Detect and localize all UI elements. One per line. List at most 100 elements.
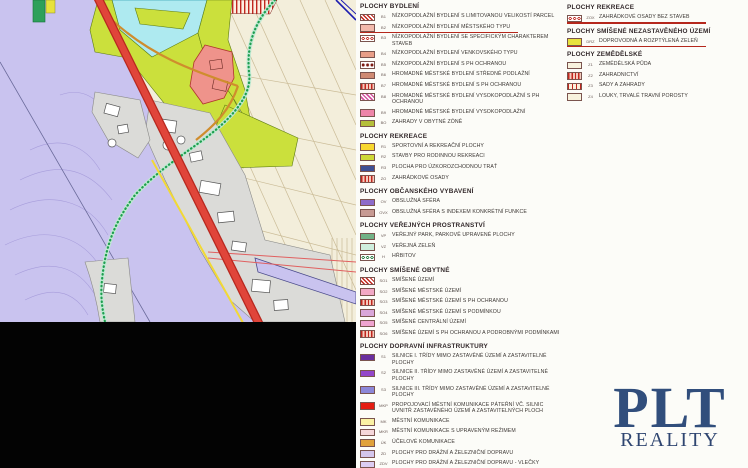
- legend-row: MKMĚSTNÍ KOMUNIKACE: [360, 418, 562, 426]
- legend-row: Z1ZEMĚDĚLSKÁ PŮDA: [567, 61, 745, 69]
- legend-row-code: H: [378, 254, 389, 259]
- legend-row: B2NÍZKOPODLAŽNÍ BYDLENÍ MĚSTSKÉHO TYPU: [360, 24, 562, 32]
- legend-swatch-icon: [567, 38, 582, 46]
- legend-row-label: NÍZKOPODLAŽNÍ BYDLENÍ SE SPECIFICKÝM CHA…: [392, 34, 562, 48]
- legend-row: SO3SMÍŠENÉ MĚSTSKÉ ÚZEMÍ S PH OCHRANOU: [360, 298, 562, 306]
- legend-row-code: SO2: [378, 289, 389, 294]
- legend-row-code: SO1: [378, 278, 389, 283]
- legend-row-code: ZO: [378, 176, 389, 181]
- legend-row-code: MKR: [378, 429, 389, 434]
- legend-row: HHŘBITOV: [360, 253, 562, 261]
- legend-swatch-icon: [360, 233, 375, 241]
- legend-swatch-icon: [360, 51, 375, 59]
- legend-row: VZVEŘEJNÁ ZELEŇ: [360, 243, 562, 251]
- legend-row-label: HROMADNÉ MĚSTSKÉ BYDLENÍ VYSOKOPODLAŽNÍ …: [392, 93, 562, 107]
- legend-row: SO1SMÍŠENÉ ÚZEMÍ: [360, 277, 562, 285]
- legend-row-label: MĚSTNÍ KOMUNIKACE S UPRAVENÝM REŽIMEM: [392, 428, 516, 435]
- legend-section: PLOCHY VEŘEJNÝCH PROSTRANSTVÍ VPVEŘEJNÝ P…: [360, 222, 562, 261]
- legend-row: B8HROMADNÉ MĚSTSKÉ BYDLENÍ VYSOKOPODLAŽN…: [360, 93, 562, 107]
- legend-row-label: SILNICE I. TŘÍDY MIMO ZASTAVĚNÉ ÚZEMÍ A …: [392, 353, 562, 367]
- map-yellow-patch: [46, 0, 55, 13]
- legend-swatch-icon: [360, 330, 375, 338]
- legend-row-label: SILNICE III. TŘÍDY MIMO ZASTAVĚNÉ ÚZEMÍ …: [392, 386, 562, 400]
- legend-row-label: ZAHRADY V OBYTNÉ ZÓNĚ: [392, 119, 462, 126]
- legend-row-code: Z1: [585, 62, 596, 67]
- legend-row-label: HROMADNÉ MĚSTSKÉ BYDLENÍ S PH OCHRANOU: [392, 82, 521, 89]
- legend-row-label: NÍZKOPODLAŽNÍ BYDLENÍ S PH OCHRANOU: [392, 61, 506, 68]
- legend-section: PLOCHY REKREACER1SPORTOVNÍ A REKREAČNÍ P…: [360, 133, 562, 183]
- legend-row: B1NÍZKOPODLAŽNÍ BYDLENÍ S LIMITOVANOU VE…: [360, 13, 562, 21]
- legend-row: ZDPLOCHY PRO DRÁŽNÍ A ŽELEZNIČNÍ DOPRAVU: [360, 450, 562, 458]
- legend-row-label: SMÍŠENÉ ÚZEMÍ: [392, 277, 434, 284]
- legend-swatch-icon: [360, 209, 375, 217]
- legend-row-code: ZDV: [378, 461, 389, 466]
- legend-row-label: PLOCHY PRO DRÁŽNÍ A ŽELEZNIČNÍ DOPRAVU: [392, 450, 513, 457]
- legend-row: ÚKÚČELOVÉ KOMUNIKACE: [360, 439, 562, 447]
- legend-swatch-icon: [360, 165, 375, 173]
- legend-row-label: VEŘEJNÁ ZELEŇ: [392, 243, 435, 250]
- legend-row-label: OBSLUŽNÁ SFÉRA S INDEXEM KONKRÉTNÍ FUNKC…: [392, 209, 527, 216]
- legend-row: B4NÍZKOPODLAŽNÍ BYDLENÍ VENKOVSKÉHO TYPU: [360, 50, 562, 58]
- legend-swatch-icon: [360, 61, 375, 69]
- legend-row: SO4SMÍŠENÉ MĚSTSKÉ ÚZEMÍ S PODMÍNKOU: [360, 309, 562, 317]
- legend-row-label: SPORTOVNÍ A REKREAČNÍ PLOCHY: [392, 143, 484, 150]
- legend-row-label: SMÍŠENÉ MĚSTSKÉ ÚZEMÍ S PH OCHRANOU: [392, 298, 508, 305]
- legend-swatch-icon: [360, 120, 375, 128]
- legend-row: B3NÍZKOPODLAŽNÍ BYDLENÍ SE SPECIFICKÝM C…: [360, 34, 562, 48]
- legend-swatch-icon: [360, 370, 375, 378]
- legend-swatch-icon: [360, 93, 375, 101]
- legend-row-label: ZAHRÁDKOVÉ OSADY: [392, 175, 449, 182]
- legend-row: BOZAHRADY V OBYTNÉ ZÓNĚ: [360, 119, 562, 127]
- legend-row-code: B8: [378, 94, 389, 99]
- legend-row-code: S3: [378, 387, 389, 392]
- legend-row-label: SADY A ZAHRADY: [599, 82, 645, 89]
- legend-swatch-icon: [567, 15, 582, 23]
- legend-row: OVOBSLUŽNÁ SFÉRA: [360, 198, 562, 206]
- legend-swatch-icon: [360, 24, 375, 32]
- legend-row-label: HROMADNÉ MĚSTSKÉ BYDLENÍ STŘEDNĚ PODLAŽN…: [392, 71, 530, 78]
- map-green-strip: [33, 0, 45, 22]
- legend-section: PLOCHY SMÍŠENÉ NEZASTAVĚNÉHO ÚZEMÍ DRZDOP…: [567, 28, 745, 46]
- legend-row-label: MĚSTNÍ KOMUNIKACE: [392, 418, 450, 425]
- legend-row: OVXOBSLUŽNÁ SFÉRA S INDEXEM KONKRÉTNÍ FU…: [360, 209, 562, 217]
- legend-row: S1SILNICE I. TŘÍDY MIMO ZASTAVĚNÉ ÚZEMÍ …: [360, 353, 562, 367]
- legend-row-code: B2: [378, 25, 389, 30]
- legend-row-code: ZD: [378, 451, 389, 456]
- legend-swatch-icon: [360, 320, 375, 328]
- legend-row-code: MK: [378, 419, 389, 424]
- legend-row-code: OVX: [378, 210, 389, 215]
- legend-swatch-icon: [360, 299, 375, 307]
- legend-row-code: VP: [378, 233, 389, 238]
- legend-swatch-icon: [360, 354, 375, 362]
- legend-row-label: LOUKY, TRVALÉ TRAVNÍ POROSTY: [599, 93, 688, 100]
- legend-swatch-icon: [360, 35, 375, 43]
- legend-row: SO5SMÍŠENÉ CENTRÁLNÍ ÚZEMÍ: [360, 319, 562, 327]
- legend-row-code: ZOX: [585, 15, 596, 20]
- legend-row-label: PLOCHY PRO DRÁŽNÍ A ŽELEZNIČNÍ DOPRAVU -…: [392, 460, 539, 467]
- legend-swatch-icon: [360, 461, 375, 468]
- legend-row-code: B9: [378, 110, 389, 115]
- legend-swatch-icon: [360, 402, 375, 410]
- legend-swatch-icon: [360, 83, 375, 91]
- legend-row-code: S1: [378, 354, 389, 359]
- legend-row-label: HŘBITOV: [392, 253, 416, 260]
- legend-row: Z4LOUKY, TRVALÉ TRAVNÍ POROSTY: [567, 93, 745, 101]
- legend-section-title: PLOCHY SMÍŠENÉ NEZASTAVĚNÉHO ÚZEMÍ: [567, 28, 745, 35]
- legend-section: PLOCHY OBČANSKÉHO VYBAVENÍOVOBSLUŽNÁ SFÉ…: [360, 188, 562, 217]
- legend-row-label: VEŘEJNÝ PARK, PARKOVĚ UPRAVENÉ PLOCHY: [392, 232, 515, 239]
- legend-row-label: ÚČELOVÉ KOMUNIKACE: [392, 439, 455, 446]
- legend-row: ZOXZAHRÁDKOVÉ OSADY BEZ STAVEB: [567, 14, 745, 22]
- legend-swatch-icon: [360, 72, 375, 80]
- legend-swatch-icon: [567, 72, 582, 80]
- legend-row-label: NÍZKOPODLAŽNÍ BYDLENÍ VENKOVSKÉHO TYPU: [392, 50, 518, 57]
- legend-section-title: PLOCHY REKREACE: [360, 133, 562, 140]
- legend-row-code: VZ: [378, 244, 389, 249]
- legend-swatch-icon: [360, 175, 375, 183]
- zoning-map: [0, 0, 356, 322]
- legend-swatch-icon: [360, 439, 375, 447]
- legend-section-title: PLOCHY VEŘEJNÝCH PROSTRANSTVÍ: [360, 222, 562, 229]
- legend-row-code: ÚK: [378, 440, 389, 445]
- legend-row-label: PLOCHA PRO ÚZKOROZCHODNOU TRAŤ: [392, 164, 497, 171]
- legend-row-label: ZEMĚDĚLSKÁ PŮDA: [599, 61, 651, 68]
- legend-row: DRZDOPROVODNÁ A ROZPTÝLENÁ ZELEŇ: [567, 38, 745, 46]
